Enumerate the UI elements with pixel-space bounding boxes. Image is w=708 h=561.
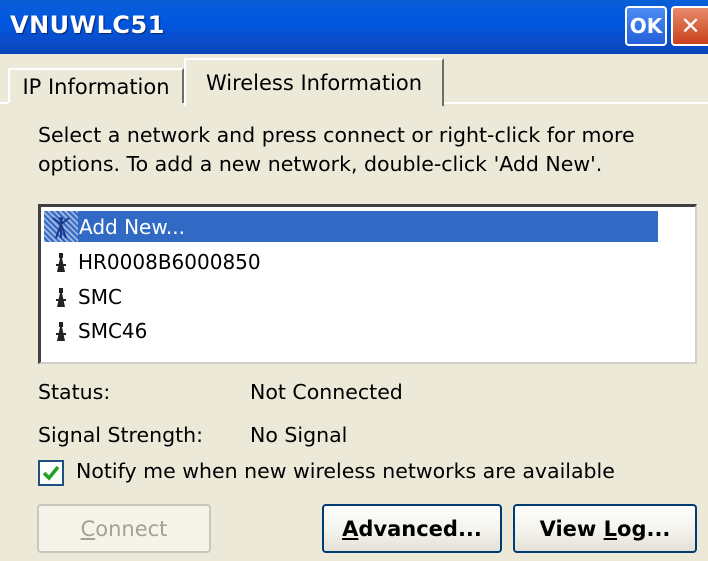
instructions-text: Select a network and press connect or ri…: [38, 123, 635, 176]
checkmark-icon: [42, 465, 60, 481]
tab-strip: IP Information Wireless Information: [0, 54, 708, 106]
list-item-network[interactable]: SMC46: [44, 315, 658, 346]
network-list[interactable]: Add New... HR0008B6000850 SMC SMC46: [38, 204, 697, 364]
list-item-network[interactable]: HR0008B6000850: [44, 246, 658, 277]
advanced-button[interactable]: Advanced...: [322, 504, 502, 553]
view-log-button[interactable]: View Log...: [513, 504, 697, 553]
close-button[interactable]: ✕: [671, 6, 708, 46]
status-label: Status:: [38, 380, 111, 404]
network-name: HR0008B6000850: [78, 249, 261, 274]
advanced-mnemonic: A: [342, 516, 359, 541]
view-log-mnemonic: L: [603, 516, 618, 541]
connect-button[interactable]: Connect: [37, 504, 211, 553]
close-icon: ✕: [680, 12, 701, 40]
title-bar: VNUWLC51 OK ✕: [0, 0, 708, 54]
network-name: SMC46: [78, 318, 148, 343]
status-value: Not Connected: [250, 380, 403, 404]
list-item-network[interactable]: SMC: [44, 281, 658, 312]
view-log-label-prefix: View: [539, 516, 604, 541]
connect-label: onnect: [95, 516, 168, 541]
connect-mnemonic: C: [80, 516, 96, 541]
tab-divider: [444, 102, 708, 104]
access-point-icon: [44, 286, 78, 308]
ok-button[interactable]: OK: [625, 6, 667, 46]
tab-wireless-information[interactable]: Wireless Information: [184, 58, 444, 106]
notify-label[interactable]: Notify me when new wireless networks are…: [76, 459, 615, 483]
access-point-icon: [44, 320, 78, 342]
antenna-icon: [44, 211, 78, 242]
window-title: VNUWLC51: [10, 11, 165, 39]
network-name: SMC: [78, 284, 122, 309]
signal-strength-value: No Signal: [250, 423, 348, 447]
signal-strength-label: Signal Strength:: [38, 423, 204, 447]
network-name: Add New...: [79, 214, 185, 239]
tab-ip-information[interactable]: IP Information: [8, 68, 184, 103]
tab-divider: [0, 102, 8, 104]
view-log-label: og...: [617, 516, 671, 541]
advanced-label: dvanced...: [358, 516, 482, 541]
notify-checkbox[interactable]: [38, 460, 64, 486]
access-point-icon: [44, 251, 78, 273]
list-item-add-new[interactable]: Add New...: [44, 211, 658, 242]
